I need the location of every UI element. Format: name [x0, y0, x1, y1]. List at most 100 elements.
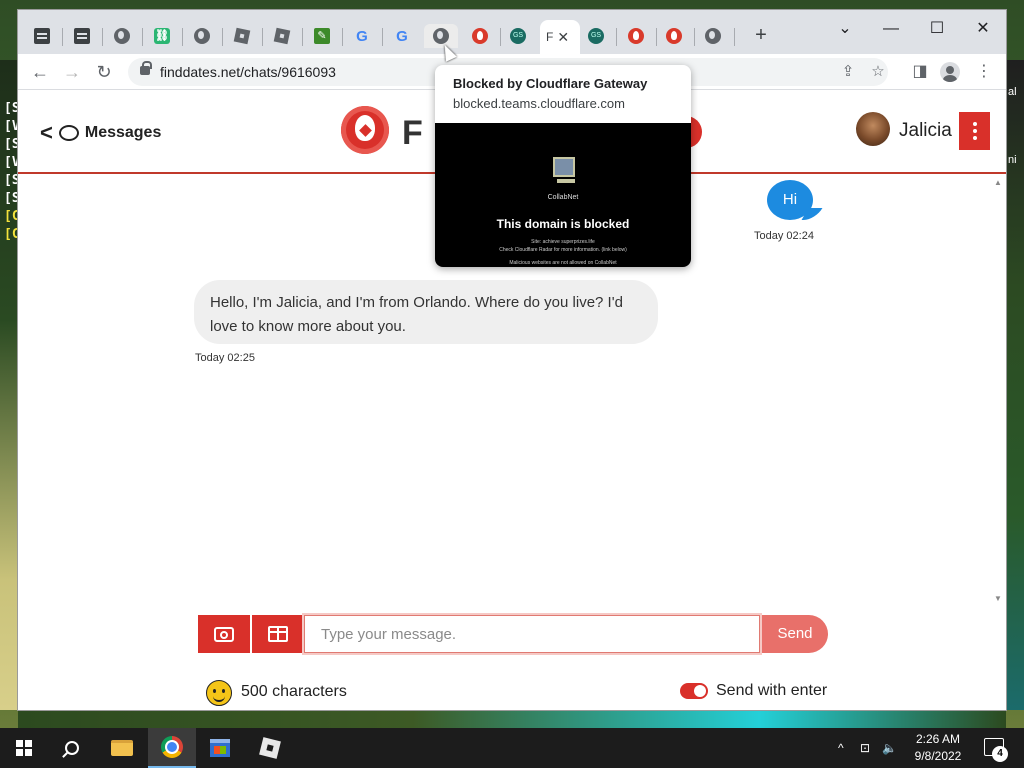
- tab[interactable]: ✎: [308, 24, 336, 48]
- roblox-icon: [233, 27, 251, 45]
- message-composer: Send: [198, 615, 828, 655]
- teal-icon: GS: [588, 28, 604, 44]
- taskbar-chrome[interactable]: [148, 728, 196, 768]
- minimize-button[interactable]: —: [868, 14, 914, 44]
- back-label: Messages: [84, 124, 162, 141]
- share-icon[interactable]: ⇪: [838, 62, 858, 82]
- send-gift-button[interactable]: [252, 615, 304, 653]
- flame-icon: [628, 28, 644, 44]
- preview-text: Check Cloudflare Radar for more informat…: [499, 247, 627, 253]
- maximize-button[interactable]: ☐: [914, 14, 960, 44]
- tab[interactable]: [622, 24, 650, 48]
- site-logo-text[interactable]: F: [402, 114, 423, 153]
- scrollbar[interactable]: ▲ ▼: [991, 176, 1006, 604]
- scroll-up-icon[interactable]: ▲: [994, 178, 1002, 187]
- tab[interactable]: [108, 24, 136, 48]
- tab[interactable]: [466, 24, 494, 48]
- chrome-icon: [161, 736, 183, 758]
- tab-separator: [62, 28, 63, 46]
- tab-strip: ⛓ ✎ G G GS F ✕ GS + ⌄ — ☐ ✕: [18, 10, 1006, 54]
- google-icon: G: [396, 27, 408, 45]
- desktop-text: [V: [4, 155, 20, 170]
- network-icon[interactable]: ⊡: [860, 728, 870, 768]
- new-tab-button[interactable]: +: [750, 24, 772, 46]
- reload-icon[interactable]: ↻: [92, 60, 116, 84]
- send-with-enter-toggle[interactable]: [680, 683, 708, 699]
- globe-icon: [433, 28, 449, 44]
- back-to-messages-button[interactable]: < Messages: [40, 120, 161, 146]
- camera-icon: [214, 626, 234, 642]
- emoji-icon[interactable]: [206, 680, 232, 706]
- taskbar: ^ ⊡ 🔈 2:26 AM 9/8/2022 4: [0, 728, 1024, 768]
- taskbar-store[interactable]: [196, 728, 244, 768]
- clock-date: 9/8/2022: [914, 749, 962, 763]
- flame-icon: [472, 28, 488, 44]
- tab-separator: [182, 28, 183, 46]
- tab[interactable]: G: [388, 24, 416, 48]
- taskbar-roblox[interactable]: [246, 728, 294, 768]
- send-photo-button[interactable]: [198, 615, 250, 653]
- forward-arrow-icon[interactable]: →: [60, 60, 84, 84]
- preview-brand: CollabNet: [547, 194, 579, 201]
- tab[interactable]: [28, 24, 56, 48]
- search-icon: [65, 741, 79, 755]
- profile-icon[interactable]: [940, 62, 960, 82]
- user-name[interactable]: Jalicia: [899, 120, 952, 142]
- side-panel-icon[interactable]: ◨: [908, 60, 932, 84]
- roblox-icon: [259, 737, 281, 759]
- tab[interactable]: G: [348, 24, 376, 48]
- browser-window: ⛓ ✎ G G GS F ✕ GS + ⌄ — ☐ ✕ ← → ↻ findda…: [18, 10, 1006, 710]
- tab[interactable]: [228, 24, 256, 48]
- tab[interactable]: ⛓: [148, 24, 176, 48]
- back-arrow-icon[interactable]: ←: [28, 60, 52, 84]
- message-timestamp: Today 02:25: [195, 352, 255, 364]
- tab-separator: [302, 28, 303, 46]
- tab-separator: [500, 28, 501, 46]
- tab[interactable]: [660, 24, 688, 48]
- desktop-text: [S: [4, 173, 20, 188]
- tab[interactable]: [68, 24, 96, 48]
- desktop-text: [S: [4, 101, 20, 116]
- tab[interactable]: [268, 24, 296, 48]
- dot: [972, 129, 977, 133]
- scroll-down-icon[interactable]: ▼: [994, 594, 1002, 603]
- avatar[interactable]: [856, 112, 890, 146]
- tab-title: F: [546, 30, 554, 44]
- message-input[interactable]: [304, 615, 760, 653]
- globe-icon: [114, 28, 130, 44]
- more-options-button[interactable]: [959, 112, 990, 150]
- system-clock[interactable]: 2:26 AM 9/8/2022: [902, 731, 974, 765]
- tab-hovered[interactable]: [424, 24, 458, 48]
- desktop-text: [C: [4, 227, 20, 242]
- flame-icon: [666, 28, 682, 44]
- tab[interactable]: GS: [504, 24, 532, 48]
- star-icon[interactable]: ☆: [868, 62, 888, 82]
- taskbar-file-explorer[interactable]: [98, 728, 146, 768]
- tab-separator: [222, 28, 223, 46]
- taskbar-search-button[interactable]: [48, 728, 96, 768]
- flame-logo-icon[interactable]: [341, 106, 389, 154]
- globe-icon: [194, 28, 210, 44]
- tray-overflow-icon[interactable]: ^: [838, 728, 844, 768]
- message-timestamp: Today 02:24: [754, 230, 814, 242]
- volume-icon[interactable]: 🔈: [882, 728, 897, 768]
- tab-active[interactable]: F ✕: [540, 20, 580, 54]
- dot: [972, 122, 977, 126]
- desktop-text: al: [1008, 86, 1017, 98]
- desktop-text: [C: [4, 209, 20, 224]
- tab-separator: [616, 28, 617, 46]
- teal-icon: GS: [510, 28, 526, 44]
- tab-search-button[interactable]: ⌄: [822, 14, 868, 44]
- start-button[interactable]: [0, 728, 48, 768]
- tab-separator: [382, 28, 383, 46]
- tab[interactable]: [188, 24, 216, 48]
- tab-separator: [656, 28, 657, 46]
- chrome-menu-icon[interactable]: ⋮: [972, 60, 996, 84]
- tab[interactable]: GS: [582, 24, 610, 48]
- close-icon[interactable]: ✕: [557, 29, 569, 46]
- send-button[interactable]: Send: [762, 615, 828, 653]
- incoming-message-bubble: Hello, I'm Jalicia, and I'm from Orlando…: [194, 280, 658, 344]
- close-window-button[interactable]: ✕: [960, 14, 1006, 44]
- desktop-text: [S: [4, 137, 20, 152]
- tab[interactable]: [699, 24, 727, 48]
